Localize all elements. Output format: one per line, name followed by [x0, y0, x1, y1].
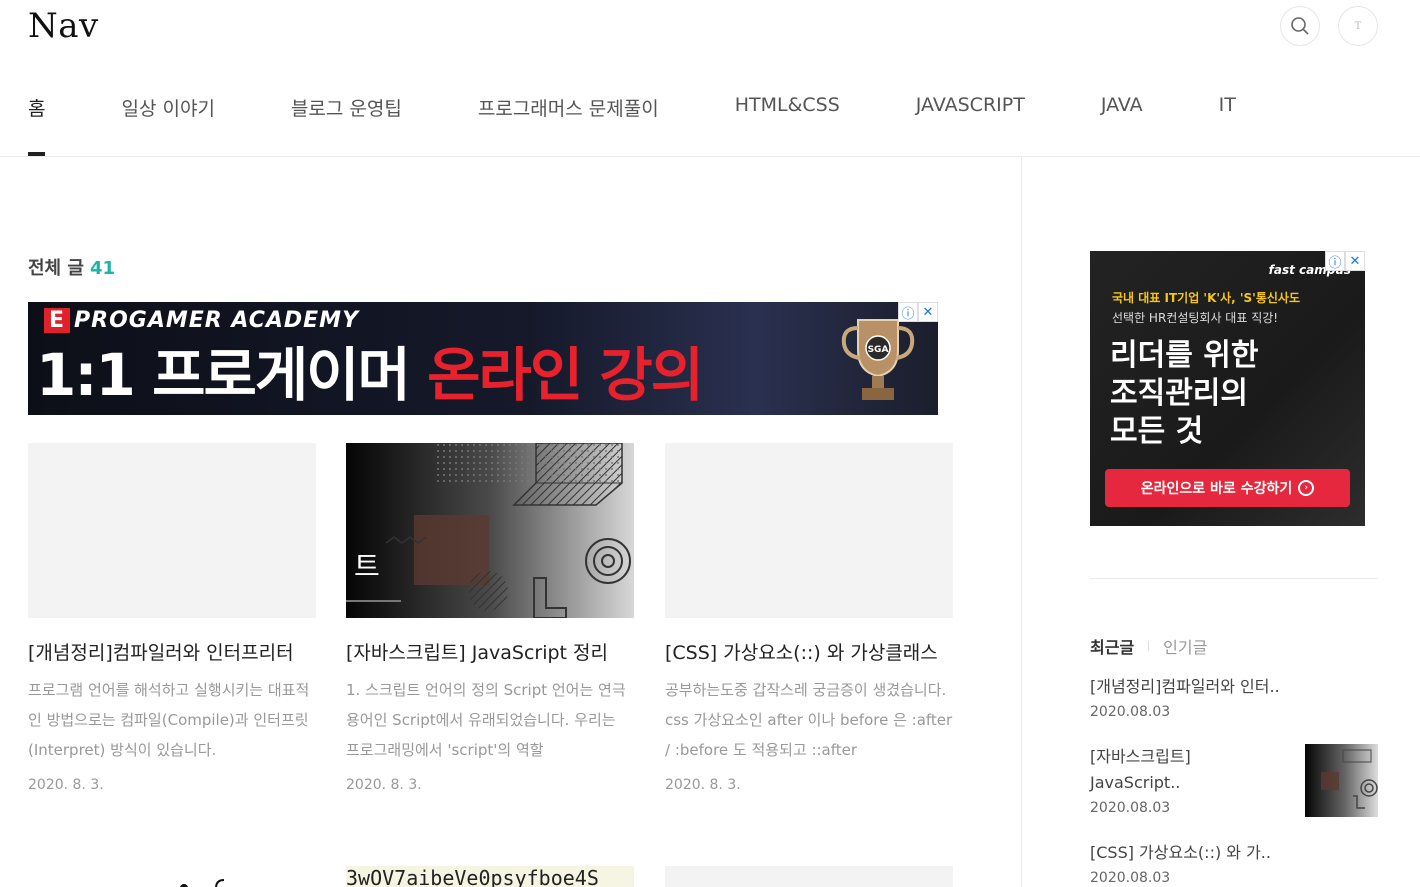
tab-popular[interactable]: 인기글: [1163, 634, 1207, 658]
nav-item-home[interactable]: 홈: [28, 94, 46, 156]
recent-post-title[interactable]: [CSS] 가상요소(::) 와 가..: [1090, 840, 1378, 866]
nav-item-java[interactable]: JAVA: [1101, 94, 1143, 156]
post-thumbnail[interactable]: [665, 443, 953, 618]
header-divider: [0, 156, 1420, 157]
post-title[interactable]: [자바스크립트] JavaScript 정리: [346, 638, 634, 665]
post-thumbnail[interactable]: [665, 866, 953, 887]
recent-post-list: [개념정리]컴파일러와 인터.. 2020.08.03 [자바스크립트] Jav…: [1090, 674, 1378, 886]
ad-controls: ⓘ ✕: [1325, 251, 1365, 271]
category-nav: 홈 일상 이야기 블로그 운영팁 프로그래머스 문제풀이 HTML&CSS JA…: [28, 94, 1312, 156]
post-card[interactable]: [CSS] 가상요소(::) 와 가상클래스 공부하는도중 갑작스레 궁금증이 …: [665, 443, 953, 793]
profile-button[interactable]: T: [1338, 6, 1378, 46]
post-summary[interactable]: 공부하는도중 갑작스레 궁금증이 생겼습니다. css 가상요소인 after …: [665, 675, 953, 765]
sidebar-tabs: 최근글 인기글: [1090, 634, 1207, 658]
sidebar-divider: [1021, 157, 1022, 887]
arrow-right-icon: ›: [1298, 480, 1315, 496]
post-date: 2020. 8. 3.: [346, 777, 422, 793]
ad-headline: 1:1 프로게이머 온라인 강의: [36, 336, 704, 414]
post-title[interactable]: [CSS] 가상요소(::) 와 가상클래스: [665, 638, 953, 665]
sidebar-section-divider: [1090, 578, 1378, 579]
ad-headline: 리더를 위한 조직관리의 모든 것: [1110, 338, 1259, 449]
thumbnail-shapes: [180, 879, 225, 887]
post-title[interactable]: [개념정리]컴파일러와 인터프리터: [28, 638, 316, 665]
post-summary[interactable]: 1. 스크립트 언어의 정의 Script 언어는 연극 용어인 Script에…: [346, 675, 634, 765]
trophy-icon: SGA: [841, 319, 915, 400]
nav-item-blog-tips[interactable]: 블로그 운영팁: [291, 94, 402, 156]
post-date: 2020. 8. 3.: [665, 777, 741, 793]
post-count-label: 전체 글: [28, 258, 84, 279]
nav-item-programmers[interactable]: 프로그래머스 문제풀이: [478, 94, 659, 156]
ad-info-icon[interactable]: ⓘ: [1325, 251, 1345, 271]
thumbnail-pattern: [1321, 749, 1378, 809]
sidebar-ad[interactable]: fast campus ⓘ ✕ 국내 대표 IT기업 'K'사, 'S'통신사도…: [1090, 251, 1365, 526]
ad-line-2: 선택한 HR컨설팅회사 대표 직강!: [1112, 311, 1279, 325]
nav-item-it[interactable]: IT: [1219, 94, 1236, 156]
post-date: 2020. 8. 3.: [28, 777, 104, 793]
ad-brand: E PROGAMER ACADEMY: [44, 308, 359, 333]
post-thumbnail[interactable]: 3wOV7aibeVe0psyfboe4S: [346, 866, 634, 887]
brand-logo-icon: E: [44, 308, 70, 333]
ad-headline-red: 온라인 강의: [427, 341, 704, 409]
post-thumbnail[interactable]: 트: [346, 443, 634, 618]
recent-post-title[interactable]: [자바스크립트] JavaScript..: [1090, 744, 1210, 796]
ad-cta-label: 온라인으로 바로 수강하기: [1140, 481, 1293, 497]
list-item[interactable]: [CSS] 가상요소(::) 와 가.. 2020.08.03: [1090, 840, 1378, 886]
post-count: 41: [89, 258, 116, 279]
search-button[interactable]: [1280, 6, 1320, 46]
list-item[interactable]: [자바스크립트] JavaScript.. 2020.08.03: [1090, 744, 1378, 840]
profile-initial: T: [1354, 20, 1362, 32]
thumbnail-pattern: [346, 443, 631, 618]
ad-banner[interactable]: E PROGAMER ACADEMY 1:1 프로게이머 온라인 강의 SGA ⓘ…: [28, 302, 938, 415]
post-card[interactable]: 트 [자바스크립트] JavaScript 정리 1. 스크립트 언어의 정의 …: [346, 443, 634, 793]
post-count-heading: 전체 글 41: [28, 254, 115, 280]
ad-close-icon[interactable]: ✕: [1345, 251, 1365, 271]
post-summary[interactable]: 프로그램 언어를 해석하고 실행시키는 대표적인 방법으로는 컴파일(Compi…: [28, 675, 316, 765]
post-thumbnail[interactable]: [28, 443, 316, 618]
recent-post-title[interactable]: [개념정리]컴파일러와 인터..: [1090, 674, 1378, 700]
ad-close-icon[interactable]: ✕: [918, 302, 938, 322]
ad-line-1: 국내 대표 IT기업 'K'사, 'S'통신사도: [1112, 291, 1300, 305]
recent-post-date: 2020.08.03: [1090, 704, 1171, 720]
nav-item-html-css[interactable]: HTML&CSS: [735, 94, 840, 156]
thumbnail-text: 트: [354, 550, 380, 583]
blog-title[interactable]: Nav: [28, 6, 99, 46]
ad-controls: ⓘ ✕: [898, 302, 938, 322]
nav-item-javascript[interactable]: JAVASCRIPT: [916, 94, 1025, 156]
list-item[interactable]: [개념정리]컴파일러와 인터.. 2020.08.03: [1090, 674, 1378, 744]
tab-separator: [1148, 641, 1150, 651]
thumbnail-code-text: 3wOV7aibeVe0psyfboe4S: [346, 866, 599, 887]
trophy-text: SGA: [868, 345, 889, 355]
recent-post-date: 2020.08.03: [1090, 870, 1171, 886]
post-card[interactable]: [개념정리]컴파일러와 인터프리터 프로그램 언어를 해석하고 실행시키는 대표…: [28, 443, 316, 793]
post-thumbnail[interactable]: [28, 866, 316, 887]
recent-post-thumbnail[interactable]: [1305, 744, 1378, 817]
nav-item-daily[interactable]: 일상 이야기: [121, 94, 214, 156]
tab-recent[interactable]: 최근글: [1090, 634, 1134, 658]
ad-cta-button[interactable]: 온라인으로 바로 수강하기 ›: [1105, 469, 1350, 507]
search-icon: [1291, 17, 1309, 35]
ad-headline-white: 1:1 프로게이머: [36, 341, 428, 409]
ad-info-icon[interactable]: ⓘ: [898, 302, 918, 322]
ad-brand-text: PROGAMER ACADEMY: [74, 308, 360, 333]
